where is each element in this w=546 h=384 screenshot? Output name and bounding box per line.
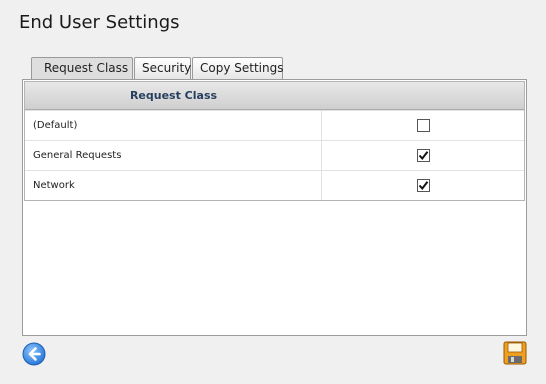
- column-header-request-class[interactable]: Request Class: [25, 82, 322, 109]
- network-checkbox[interactable]: [416, 179, 430, 192]
- tab-copy-settings[interactable]: Copy Settings: [192, 57, 283, 79]
- row-label: (Default): [25, 111, 322, 140]
- tab-request-class[interactable]: Request Class: [31, 57, 133, 79]
- back-arrow-icon: [22, 342, 46, 366]
- page-title: End User Settings: [19, 12, 180, 33]
- save-button[interactable]: [503, 341, 527, 365]
- table-row: Network: [25, 170, 524, 200]
- settings-tabs: Request Class Security Copy Settings: [31, 57, 284, 79]
- row-label: Network: [25, 171, 322, 200]
- tab-security[interactable]: Security: [134, 57, 191, 79]
- row-label: General Requests: [25, 141, 322, 170]
- checkmark-icon: [418, 151, 428, 161]
- save-floppy-icon: [503, 341, 527, 365]
- tab-panel: Request Class (Default) General Requests…: [22, 79, 527, 336]
- general-requests-checkbox[interactable]: [416, 149, 430, 162]
- table-row: General Requests: [25, 140, 524, 170]
- default-checkbox[interactable]: [416, 119, 430, 132]
- request-class-grid: Request Class (Default) General Requests…: [24, 81, 525, 201]
- back-button[interactable]: [22, 342, 46, 366]
- grid-header: Request Class: [25, 82, 524, 110]
- checkmark-icon: [418, 181, 428, 191]
- table-row: (Default): [25, 110, 524, 140]
